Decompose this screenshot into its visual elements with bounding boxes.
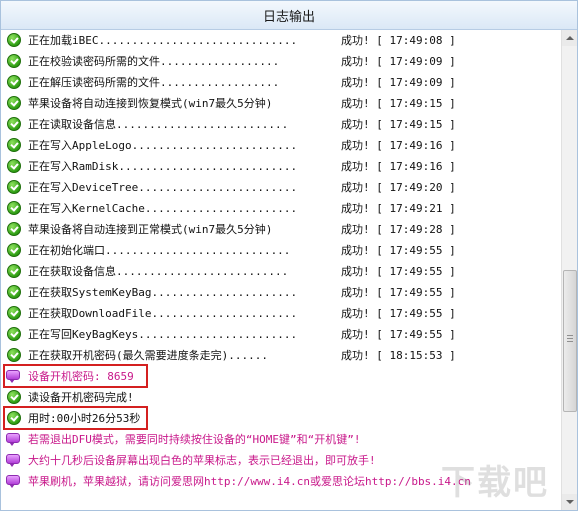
grip-line — [567, 338, 573, 339]
log-row: 读设备开机密码完成! — [1, 387, 561, 408]
log-row: 正在写入KernelCache....................... 成功… — [1, 198, 561, 219]
log-text: 正在校验读密码所需的文件.................. — [28, 55, 280, 68]
log-status: 成功! [ 17:49:08 ] — [341, 34, 456, 47]
log-status: 成功! [ 17:49:28 ] — [341, 223, 456, 236]
log-status: 成功! [ 17:49:16 ] — [341, 139, 456, 152]
log-status: 成功! [ 17:49:20 ] — [341, 181, 456, 194]
log-text: 正在获取开机密码(最久需要进度条走完)...... — [28, 349, 268, 362]
log-status: 成功! [ 17:49:55 ] — [341, 286, 456, 299]
log-status: 成功! [ 17:49:09 ] — [341, 55, 456, 68]
log-status: 成功! [ 17:49:15 ] — [341, 97, 456, 110]
check-circle-icon — [7, 159, 21, 173]
log-row-info: 若需退出DFU模式，需要同时持续按住设备的“HOME键”和“开机键”! — [1, 429, 561, 450]
vertical-scrollbar[interactable] — [561, 30, 577, 510]
check-circle-icon — [7, 348, 21, 362]
check-circle-icon — [7, 390, 21, 404]
log-text: 正在初始化端口............................ — [28, 244, 291, 257]
check-circle-icon — [7, 222, 21, 236]
log-row: 苹果设备将自动连接到正常模式(win7最久5分钟) 成功! [ 17:49:28 … — [1, 219, 561, 240]
log-text: 苹果刷机，苹果越狱，请访问爱思网http://www.i4.cn或爱思论坛htt… — [28, 475, 471, 488]
log-status: 成功! [ 17:49:15 ] — [341, 118, 456, 131]
password-highlight-box — [3, 364, 148, 388]
log-text: 正在写入DeviceTree........................ — [28, 181, 298, 194]
log-status: 成功! [ 17:49:55 ] — [341, 307, 456, 320]
check-circle-icon — [7, 96, 21, 110]
check-circle-icon — [7, 54, 21, 68]
log-row: 正在初始化端口............................ 成功! [… — [1, 240, 561, 261]
log-text: 正在获取设备信息.......................... — [28, 265, 289, 278]
grip-line — [567, 335, 573, 336]
check-circle-icon — [7, 285, 21, 299]
log-text: 若需退出DFU模式，需要同时持续按住设备的“HOME键”和“开机键”! — [28, 433, 361, 446]
log-output-window: 日志输出 正在加载iBEC...........................… — [0, 0, 578, 511]
check-circle-icon — [7, 243, 21, 257]
log-row: 正在写入DeviceTree........................ 成功… — [1, 177, 561, 198]
scrollbar-thumb[interactable] — [563, 270, 577, 412]
log-status: 成功! [ 17:49:09 ] — [341, 76, 456, 89]
log-list: 正在加载iBEC.............................. 成功… — [1, 30, 561, 510]
log-status: 成功! [ 17:49:55 ] — [341, 244, 456, 257]
check-circle-icon — [7, 264, 21, 278]
check-circle-icon — [7, 327, 21, 341]
arrow-down-icon — [566, 500, 574, 504]
log-text: 正在解压读密码所需的文件.................. — [28, 76, 280, 89]
log-row-info: 大约十几秒后设备屏幕出现白色的苹果标志，表示已经退出，即可放手! — [1, 450, 561, 471]
log-text: 读设备开机密码完成! — [28, 391, 134, 404]
log-text: 正在获取DownloadFile...................... — [28, 307, 298, 320]
log-row: 正在读取设备信息.......................... 成功! [ … — [1, 114, 561, 135]
check-circle-icon — [7, 75, 21, 89]
check-circle-icon — [7, 306, 21, 320]
check-circle-icon — [7, 201, 21, 215]
grip-line — [567, 341, 573, 342]
scroll-down-button[interactable] — [562, 494, 577, 510]
window-title: 日志输出 — [1, 1, 577, 30]
speech-bubble-icon — [6, 433, 20, 446]
log-status: 成功! [ 17:49:21 ] — [341, 202, 456, 215]
speech-bubble-icon — [6, 454, 20, 467]
log-row: 正在加载iBEC.............................. 成功… — [1, 30, 561, 51]
check-circle-icon — [7, 138, 21, 152]
log-text: 正在加载iBEC.............................. — [28, 34, 298, 47]
log-row: 正在获取DownloadFile...................... 成功… — [1, 303, 561, 324]
log-status: 成功! [ 17:49:55 ] — [341, 265, 456, 278]
log-text: 正在写入KernelCache....................... — [28, 202, 298, 215]
log-row: 正在获取SystemKeyBag...................... 成功… — [1, 282, 561, 303]
log-row: 正在校验读密码所需的文件.................. 成功! [ 17:4… — [1, 51, 561, 72]
log-text: 大约十几秒后设备屏幕出现白色的苹果标志，表示已经退出，即可放手! — [28, 454, 376, 467]
check-circle-icon — [7, 117, 21, 131]
log-row: 正在写入RamDisk........................... 成功… — [1, 156, 561, 177]
scroll-up-button[interactable] — [562, 30, 577, 46]
log-row: 正在写入AppleLogo......................... 成功… — [1, 135, 561, 156]
check-circle-icon — [7, 33, 21, 47]
log-text: 正在写回KeyBagKeys........................ — [28, 328, 298, 341]
log-text: 正在写入AppleLogo......................... — [28, 139, 298, 152]
log-status: 成功! [ 17:49:55 ] — [341, 328, 456, 341]
log-row: 正在获取设备信息.......................... 成功! [ … — [1, 261, 561, 282]
log-text: 正在读取设备信息.......................... — [28, 118, 289, 131]
log-row: 苹果设备将自动连接到恢复模式(win7最久5分钟) 成功! [ 17:49:15 … — [1, 93, 561, 114]
log-text: 正在写入RamDisk........................... — [28, 160, 298, 173]
log-row: 正在获取开机密码(最久需要进度条走完)...... 成功! [ 18:15:53 … — [1, 345, 561, 366]
log-row: 正在解压读密码所需的文件.................. 成功! [ 17:4… — [1, 72, 561, 93]
log-row-info: 苹果刷机，苹果越狱，请访问爱思网http://www.i4.cn或爱思论坛htt… — [1, 471, 561, 492]
log-text: 苹果设备将自动连接到正常模式(win7最久5分钟) — [28, 223, 273, 236]
check-circle-icon — [7, 180, 21, 194]
arrow-up-icon — [566, 36, 574, 40]
log-status: 成功! [ 18:15:53 ] — [341, 349, 456, 362]
log-text: 苹果设备将自动连接到恢复模式(win7最久5分钟) — [28, 97, 273, 110]
log-row: 正在写回KeyBagKeys........................ 成功… — [1, 324, 561, 345]
log-text: 正在获取SystemKeyBag...................... — [28, 286, 298, 299]
log-status: 成功! [ 17:49:16 ] — [341, 160, 456, 173]
elapsed-time-highlight-box — [3, 406, 148, 430]
speech-bubble-icon — [6, 475, 20, 488]
